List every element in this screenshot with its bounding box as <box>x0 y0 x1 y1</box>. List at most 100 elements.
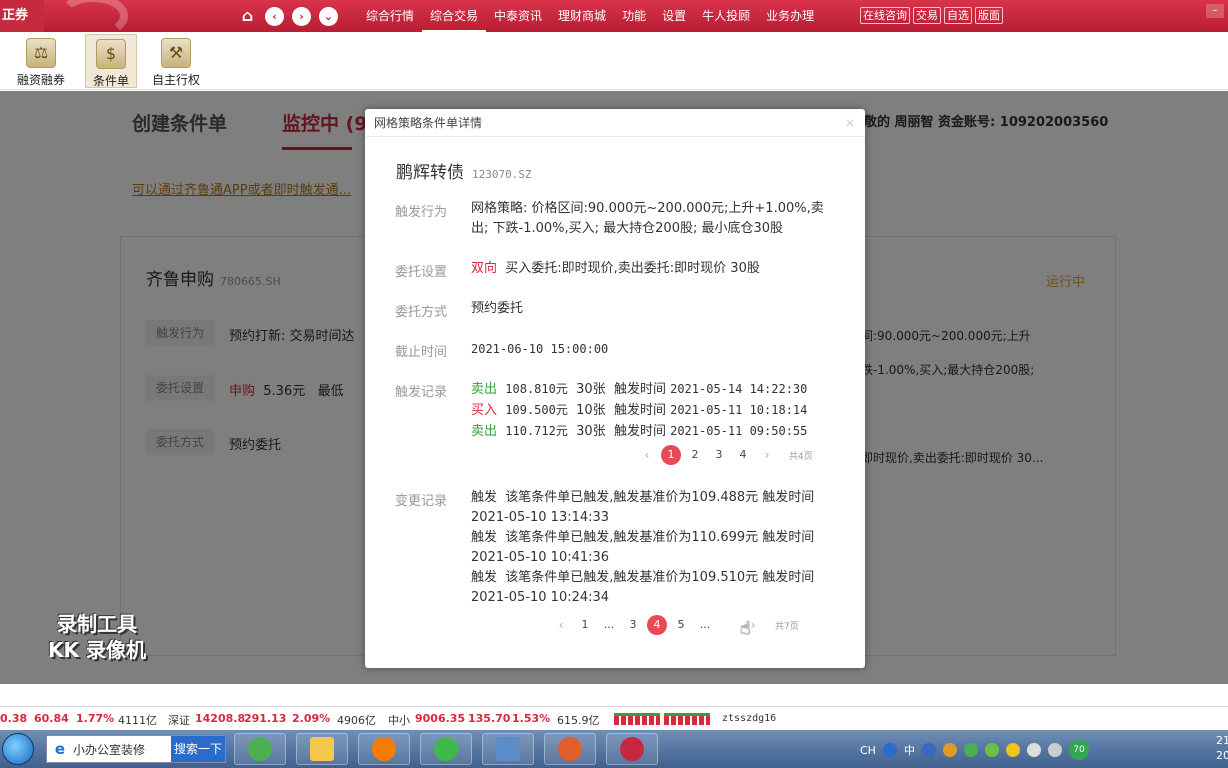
conditional-order-tool[interactable]: $ 条件单 <box>85 34 137 88</box>
online-consult-button[interactable]: 在线咨询 <box>860 7 910 24</box>
clock: 21 20 <box>1216 733 1228 763</box>
changes-pager: ‹ 1 ... 3 4 5 ... › 共7页 <box>549 615 799 635</box>
language-indicator[interactable]: CH <box>860 744 876 757</box>
tray-app-icon[interactable] <box>942 743 957 757</box>
index3-name: 中小 <box>388 714 410 727</box>
pager-page[interactable]: 4 <box>733 445 753 465</box>
market-breadth-bars <box>614 713 710 725</box>
index3-change: 135.70 <box>468 712 511 725</box>
menu-item-market[interactable]: 综合行情 <box>358 0 422 32</box>
layout-button[interactable]: 版面 <box>975 7 1003 24</box>
help-icon[interactable] <box>921 743 936 757</box>
wechat-icon <box>434 737 458 761</box>
records-pager: ‹ 1 2 3 4 › 共4页 <box>635 445 813 465</box>
home-icon[interactable]: ⌂ <box>238 7 257 26</box>
pager-page[interactable]: 1 <box>661 445 681 465</box>
market-status-bar: 0.38 60.84 1.77% 4111亿 深证 14208.8 291.13… <box>0 706 1228 730</box>
ime-icon[interactable] <box>882 743 897 757</box>
network-icon[interactable] <box>1026 743 1041 757</box>
change-tag: 触发 <box>471 530 498 545</box>
start-button-icon[interactable] <box>2 733 34 765</box>
menu-item-function[interactable]: 功能 <box>614 0 654 32</box>
record-time-label: 触发时间 <box>613 403 666 418</box>
dropdown-icon[interactable]: ⌄ <box>319 7 338 26</box>
pager-next-icon[interactable]: › <box>757 445 777 465</box>
pager-page[interactable]: 3 <box>623 615 643 635</box>
taskbar-app-refresh[interactable] <box>234 733 286 765</box>
record-price: 108.810元 <box>505 382 568 396</box>
pager-page[interactable]: 2 <box>685 445 705 465</box>
trigger-label: 触发行为 <box>395 205 448 220</box>
back-icon[interactable]: ‹ <box>265 7 284 26</box>
search-button[interactable]: 搜索一下 <box>171 736 225 762</box>
menu-item-trade[interactable]: 综合交易 <box>422 0 487 32</box>
plus-icon[interactable] <box>1005 743 1020 757</box>
dialog-title: 网格策略条件单详情 <box>374 116 483 130</box>
menu-item-settings[interactable]: 设置 <box>654 0 694 32</box>
menu-item-advisor[interactable]: 牛人投顾 <box>694 0 758 32</box>
close-icon[interactable]: × <box>845 109 855 137</box>
pager-page[interactable]: 3 <box>709 445 729 465</box>
clock-date: 20 <box>1216 749 1228 762</box>
taskbar-app-game[interactable] <box>544 733 596 765</box>
index2-change: 291.13 <box>244 712 287 725</box>
record-price: 109.500元 <box>505 403 568 417</box>
change-row: 触发 该笔条件单已触发,触发基准价为110.699元 触发时间 2021-05-… <box>471 528 837 568</box>
taskbar-app-recorder[interactable] <box>358 733 410 765</box>
pager-ellipsis: ... <box>603 618 615 631</box>
search-text: 小办公室装修 <box>73 743 146 757</box>
setting-value: 双向 买入委托:即时现价,卖出委托:即时现价 30股 <box>471 259 841 279</box>
watchlist-button[interactable]: 自选 <box>944 7 972 24</box>
pager-page[interactable]: 1 <box>575 615 595 635</box>
index2-value: 14208.8 <box>195 712 246 725</box>
watermark-line2: KK 录像机 <box>48 638 146 662</box>
security-badge[interactable]: 70 <box>1068 740 1089 760</box>
taskbar-app-wechat[interactable] <box>420 733 472 765</box>
pager-ellipsis: ... <box>699 618 711 631</box>
taskbar-app-explorer[interactable] <box>296 733 348 765</box>
deadline-value: 2021-06-10 15:00:00 <box>471 342 609 356</box>
record-time-label: 触发时间 <box>613 424 666 439</box>
setting-direction: 双向 <box>471 261 498 276</box>
username: ztsszdg16 <box>722 713 777 724</box>
pager-page[interactable]: 4 <box>647 615 667 635</box>
watermark-line1: 录制工具 <box>56 612 137 636</box>
margin-trading-tool[interactable]: ⚖ 融资融券 <box>15 34 67 88</box>
forward-icon[interactable]: › <box>292 7 311 26</box>
change-row: 触发 该笔条件单已触发,触发基准价为109.510元 触发时间 2021-05-… <box>471 568 837 608</box>
change-text: 该笔条件单已触发,触发基准价为110.699元 触发时间 2021-05-10 … <box>471 530 815 565</box>
folder-icon <box>310 737 334 761</box>
breadth-bar <box>664 713 710 725</box>
pager-page[interactable]: 5 <box>671 615 691 635</box>
taskbar-app-trading[interactable] <box>606 733 658 765</box>
menu-item-mall[interactable]: 理财商城 <box>550 0 614 32</box>
record-time-label: 触发时间 <box>613 382 666 397</box>
pager-prev-icon[interactable]: ‹ <box>551 615 571 635</box>
taskbar-app-viewer[interactable] <box>482 733 534 765</box>
nav-icons: ⌂ ‹ › ⌄ <box>238 7 338 26</box>
menu-item-news[interactable]: 中泰资讯 <box>486 0 550 32</box>
quick-buttons: 在线咨询 交易 自选 版面 <box>860 7 1003 24</box>
shield-icon[interactable] <box>963 743 978 757</box>
index1-change: 60.84 <box>34 712 69 725</box>
tool-label: 自主行权 <box>151 73 200 87</box>
change-records: 触发 该笔条件单已触发,触发基准价为109.488元 触发时间 2021-05-… <box>471 488 837 608</box>
volume-icon[interactable] <box>1047 743 1062 757</box>
window-controls: – <box>1206 4 1224 18</box>
record-side: 卖出 <box>471 382 498 397</box>
change-text: 该笔条件单已触发,触发基准价为109.488元 触发时间 2021-05-10 … <box>471 490 815 525</box>
trade-button[interactable]: 交易 <box>913 7 941 24</box>
chat-icon[interactable] <box>984 743 999 757</box>
option-exercise-tool[interactable]: ⚒ 自主行权 <box>150 34 202 88</box>
index2-amount: 4906亿 <box>337 714 376 727</box>
trigger-records: 卖出 108.810元 30张 触发时间 2021-05-14 14:22:30… <box>471 379 841 442</box>
browser-search-box[interactable]: e 小办公室装修 搜索一下 <box>46 735 226 763</box>
pager-prev-icon[interactable]: ‹ <box>637 445 657 465</box>
index3-percent: 1.53% <box>512 712 551 725</box>
index1-percent: 1.77% <box>76 712 115 725</box>
menu-item-business[interactable]: 业务办理 <box>758 0 822 32</box>
ime-mode[interactable]: 中 <box>904 742 915 758</box>
record-time: 2021-05-11 10:18:14 <box>670 403 808 417</box>
index3-value: 9006.35 <box>415 712 466 725</box>
minimize-icon[interactable]: – <box>1206 4 1224 18</box>
